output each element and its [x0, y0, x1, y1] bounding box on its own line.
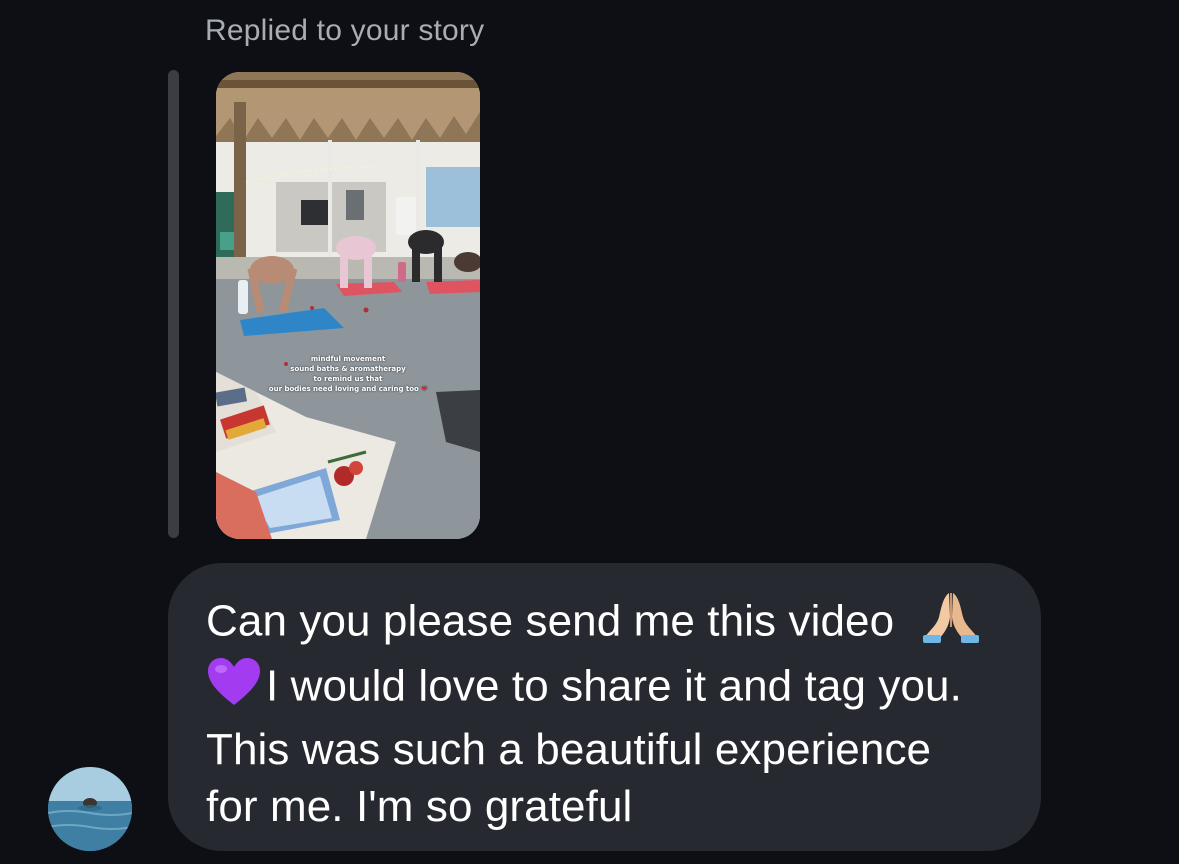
purple-heart-icon — [206, 657, 262, 721]
story-caption-line: mindful movement — [310, 355, 386, 363]
story-caption-line-text: our bodies need loving and caring too — [268, 385, 419, 393]
heart-icon: ❤ — [421, 385, 428, 393]
message-line-text: I would love to share it and tag you. — [266, 661, 962, 711]
story-caption-line: our bodies need loving and caring too ❤ — [216, 384, 480, 394]
message-bubble[interactable]: Can you please send me this video I woul… — [168, 563, 1041, 851]
reply-quote-bar — [168, 70, 179, 538]
sender-avatar[interactable] — [48, 767, 132, 851]
message-line: Can you please send me this video — [206, 591, 1026, 657]
dm-thread: Replied to your story mindful movement s… — [0, 0, 1179, 864]
message-line: for me. I'm so grateful — [206, 782, 633, 831]
folded-hands-icon — [921, 591, 981, 657]
story-caption: mindful movement sound baths & aromather… — [216, 354, 480, 394]
story-caption-line: sound baths & aromatherapy — [290, 365, 406, 373]
replied-to-story-label: Replied to your story — [205, 14, 485, 47]
story-caption-line: to remind us that — [313, 375, 383, 383]
story-thumbnail[interactable]: mindful movement sound baths & aromather… — [216, 72, 480, 539]
message-text: Can you please send me this video I woul… — [206, 591, 1026, 835]
message-line: This was such a beautiful experience — [206, 725, 932, 774]
message-line-text: Can you please send me this video — [206, 596, 895, 646]
story-image — [216, 72, 480, 539]
message-line: I would love to share it and tag you. — [206, 657, 1026, 721]
avatar-image — [48, 767, 132, 851]
